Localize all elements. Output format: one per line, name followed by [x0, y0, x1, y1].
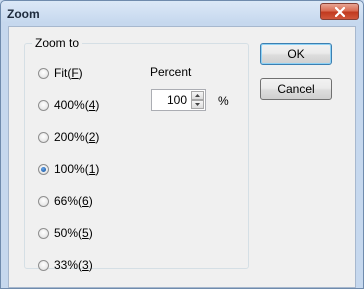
window-title: Zoom — [7, 7, 40, 21]
radio-button[interactable] — [38, 195, 49, 207]
radio-200[interactable]: 200%(2) — [38, 129, 99, 145]
percent-input[interactable]: 100 — [167, 93, 187, 107]
radio-button[interactable] — [38, 131, 49, 143]
radio-button[interactable] — [38, 259, 49, 271]
ok-button[interactable]: OK — [260, 43, 332, 65]
cancel-button[interactable]: Cancel — [260, 78, 332, 100]
radio-button[interactable] — [38, 227, 49, 239]
radio-label: 33%(3) — [54, 258, 93, 272]
radio-label: 50%(5) — [54, 226, 93, 240]
radio-label: 200%(2) — [54, 130, 100, 144]
zoom-to-group: Zoom to Fit(F) 400%(4) 200%(2) 100%(1) 6… — [24, 36, 249, 272]
percent-label: Percent — [150, 65, 192, 79]
radio-400[interactable]: 400%(4) — [38, 97, 99, 113]
zoom-dialog: Zoom Zoom to Fit(F) 400%(4) 200%(2) 100%… — [0, 0, 364, 289]
spin-up-button[interactable] — [191, 91, 204, 100]
group-label: Zoom to — [32, 36, 83, 50]
radio-button-selected[interactable] — [38, 163, 49, 175]
radio-label: 66%(6) — [54, 194, 93, 208]
radio-fit[interactable]: Fit(F) — [38, 65, 83, 81]
radio-label: 100%(1) — [54, 162, 100, 176]
dialog-body: Zoom to Fit(F) 400%(4) 200%(2) 100%(1) 6… — [8, 26, 356, 288]
arrow-down-icon — [195, 103, 200, 106]
spin-down-button[interactable] — [191, 100, 204, 109]
close-icon — [335, 7, 345, 17]
title-bar[interactable]: Zoom — [1, 1, 363, 25]
radio-66[interactable]: 66%(6) — [38, 193, 93, 209]
close-button[interactable] — [320, 3, 359, 20]
radio-label: 400%(4) — [54, 98, 100, 112]
radio-label: Fit(F) — [54, 66, 83, 80]
radio-33[interactable]: 33%(3) — [38, 257, 93, 273]
radio-button[interactable] — [38, 67, 49, 79]
radio-button[interactable] — [38, 99, 49, 111]
radio-100[interactable]: 100%(1) — [38, 161, 99, 177]
arrow-up-icon — [195, 94, 200, 97]
percent-spinbox[interactable]: 100 — [151, 89, 206, 111]
radio-50[interactable]: 50%(5) — [38, 225, 93, 241]
percent-unit: % — [218, 94, 229, 108]
